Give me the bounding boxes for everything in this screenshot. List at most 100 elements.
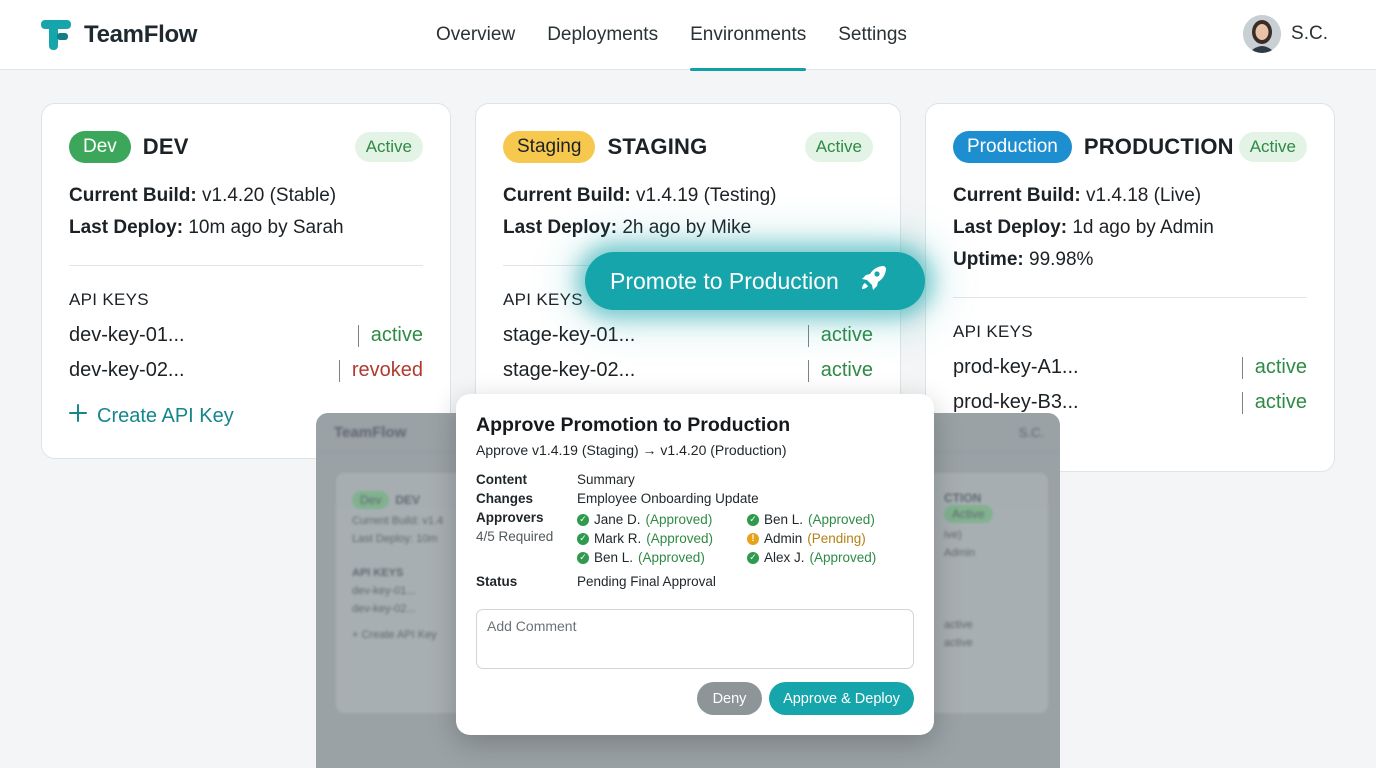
preview-key: active xyxy=(944,637,973,649)
detail-label: Status xyxy=(476,574,518,589)
detail-value: Pending Final Approval xyxy=(577,574,716,589)
approvers-label-group: Approvers 4/5 Required xyxy=(476,510,577,548)
preview-pill: Dev xyxy=(352,491,390,509)
brand[interactable]: TeamFlow xyxy=(40,17,197,53)
status-badge: Active xyxy=(1238,132,1307,162)
approvers-required: 4/5 Required xyxy=(476,529,554,544)
env-title: PRODUCTION xyxy=(1083,134,1234,159)
approver-state: (Pending) xyxy=(807,531,866,546)
uptime-label: Uptime: xyxy=(953,249,1024,270)
api-key-status: active xyxy=(1254,391,1307,413)
preview-title: CTION xyxy=(944,491,982,505)
plus-icon xyxy=(69,404,87,428)
api-keys-heading: API KEYS xyxy=(69,290,149,309)
current-build: Current Build: v1.4.20 (Stable) xyxy=(69,180,423,212)
detail-status: Status Pending Final Approval xyxy=(476,574,914,593)
detail-content: Content Summary xyxy=(476,472,914,491)
check-icon: ✓ xyxy=(577,551,589,564)
separator xyxy=(1241,356,1243,379)
api-key-status: active xyxy=(820,324,873,346)
api-key-name: prod-key-A1... xyxy=(953,356,1079,378)
env-pill-staging: Staging xyxy=(503,131,596,163)
current-build-value: v1.4.20 (Stable) xyxy=(202,185,337,206)
separator xyxy=(338,359,340,382)
env-pill-production: Production xyxy=(953,131,1072,163)
env-title: DEV xyxy=(142,134,189,159)
approver-name: Jane D. xyxy=(594,512,641,527)
separator xyxy=(807,324,809,347)
api-keys-heading: API KEYS xyxy=(953,322,1033,341)
api-key-name: stage-key-01... xyxy=(503,324,636,346)
environment-card-dev: Dev DEV Active Current Build: v1.4.20 (S… xyxy=(41,103,451,459)
preview-line: ive) xyxy=(944,529,962,541)
api-key-row[interactable]: dev-key-02... revoked xyxy=(69,353,423,388)
approver-item: ! Admin (Pending) xyxy=(747,529,897,548)
last-deploy-value: 1d ago by Admin xyxy=(1072,217,1214,238)
api-key-row[interactable]: stage-key-02... active xyxy=(503,353,873,388)
check-icon: ✓ xyxy=(577,532,589,545)
detail-label: Approvers xyxy=(476,510,544,525)
dialog-subtitle: Approve v1.4.19 (Staging) → v1.4.20 (Pro… xyxy=(476,442,787,458)
detail-label: Changes xyxy=(476,491,534,506)
preview-title: DEV xyxy=(395,493,421,507)
approver-state: (Approved) xyxy=(646,531,714,546)
divider xyxy=(69,265,423,266)
uptime-value: 99.98% xyxy=(1029,249,1094,270)
deny-button[interactable]: Deny xyxy=(697,682,762,715)
nav-deployments[interactable]: Deployments xyxy=(531,0,674,70)
approver-name: Mark R. xyxy=(594,531,642,546)
last-deploy-value: 10m ago by Sarah xyxy=(188,217,344,238)
current-build-value: v1.4.19 (Testing) xyxy=(636,185,777,206)
api-key-status: revoked xyxy=(351,359,423,381)
api-key-name: prod-key-B3... xyxy=(953,391,1079,413)
preview-pill: Active xyxy=(944,505,993,523)
api-key-row[interactable]: stage-key-01... active xyxy=(503,318,873,353)
last-deploy-label: Last Deploy: xyxy=(503,217,618,238)
preview-logo: TeamFlow xyxy=(334,424,407,441)
api-key-row[interactable]: dev-key-01... active xyxy=(69,318,423,353)
nav-environments[interactable]: Environments xyxy=(674,0,822,71)
separator xyxy=(1241,391,1243,414)
dialog-title: Approve Promotion to Production xyxy=(476,414,791,436)
approver-item: ✓ Jane D. (Approved) xyxy=(577,510,747,529)
status-badge: Active xyxy=(804,132,873,162)
approver-name: Ben L. xyxy=(764,512,804,527)
detail-changes: Changes Employee Onboarding Update xyxy=(476,491,914,510)
detail-value: Employee Onboarding Update xyxy=(577,491,759,506)
dialog-details: Content Summary Changes Employee Onboard… xyxy=(476,472,914,593)
api-key-name: stage-key-02... xyxy=(503,359,636,381)
approver-item: ✓ Ben L. (Approved) xyxy=(577,548,747,567)
detail-label: Content xyxy=(476,472,527,487)
promote-label: Promote to Production xyxy=(610,267,839,294)
approver-item: ✓ Alex J. (Approved) xyxy=(747,548,897,567)
comment-input[interactable] xyxy=(476,609,914,669)
api-key-row[interactable]: prod-key-A1... active xyxy=(953,350,1307,385)
rocket-icon xyxy=(857,262,889,300)
api-key-name: dev-key-01... xyxy=(69,324,185,346)
user-menu[interactable]: S.C. xyxy=(1243,15,1328,53)
current-build: Current Build: v1.4.19 (Testing) xyxy=(503,180,873,212)
current-build-label: Current Build: xyxy=(503,185,631,206)
avatar xyxy=(1243,15,1282,53)
main-nav: Overview Deployments Environments Settin… xyxy=(420,0,923,71)
current-build-label: Current Build: xyxy=(69,185,197,206)
approver-name: Admin xyxy=(764,531,803,546)
check-icon: ✓ xyxy=(747,551,759,564)
user-initials: S.C. xyxy=(1291,23,1328,44)
pending-icon: ! xyxy=(747,532,759,545)
last-deploy-value: 2h ago by Mike xyxy=(622,217,752,238)
check-icon: ✓ xyxy=(747,513,759,526)
approvers-list: ✓ Jane D. (Approved) ✓ Ben L. (Approved) ✓ Ma… xyxy=(577,510,897,567)
last-deploy: Last Deploy: 2h ago by Mike xyxy=(503,212,873,244)
promote-to-production-button[interactable]: Promote to Production xyxy=(585,252,925,310)
approve-and-deploy-button[interactable]: Approve & Deploy xyxy=(769,682,914,715)
nav-overview[interactable]: Overview xyxy=(420,0,531,70)
detail-value: Summary xyxy=(577,472,635,487)
nav-settings[interactable]: Settings xyxy=(822,0,923,70)
api-key-status: active xyxy=(820,359,873,381)
preview-card-production: CTION Active ive) Admin active active xyxy=(928,473,1048,713)
divider xyxy=(953,297,1307,298)
uptime: Uptime: 99.98% xyxy=(953,244,1307,276)
brand-name: TeamFlow xyxy=(84,21,198,48)
check-icon: ✓ xyxy=(577,513,589,526)
